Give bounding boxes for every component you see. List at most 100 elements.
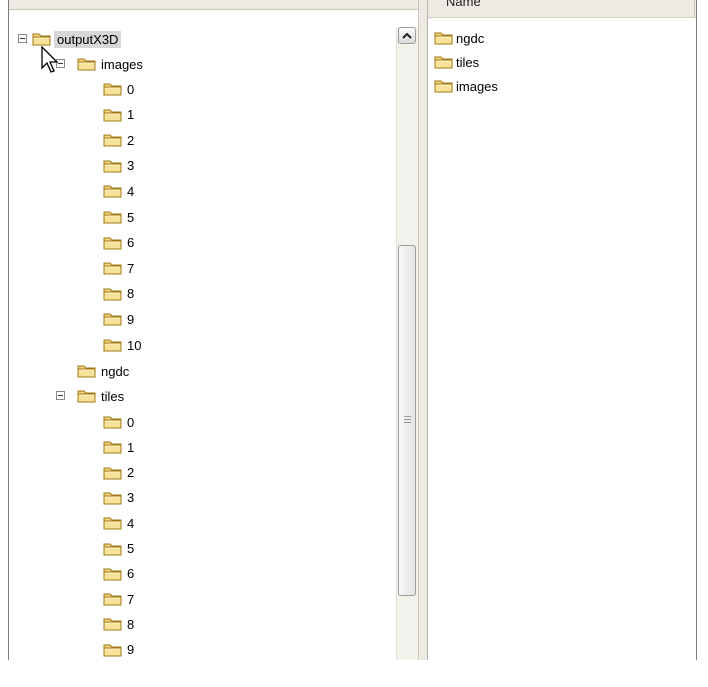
folder-icon xyxy=(434,54,454,70)
list-item[interactable]: tiles xyxy=(434,52,479,72)
folder-icon xyxy=(103,465,123,481)
explorer-window: outputX3D images 0 1 2 3 4 5 6 7 8 9 10 ngdc tiles… xyxy=(0,0,708,687)
folder-icon xyxy=(103,591,123,607)
folder-icon xyxy=(103,490,123,506)
tree-item-label: 0 xyxy=(127,414,135,430)
tree-item-tiles-9[interactable]: 9 xyxy=(103,641,134,659)
tree-item-label: 9 xyxy=(127,311,135,327)
folder-icon xyxy=(103,311,123,327)
tree-item-label: 10 xyxy=(127,337,142,353)
tree-item-label: 4 xyxy=(127,183,135,199)
tree-item-tiles-8[interactable]: 8 xyxy=(103,615,134,633)
list-item-label: tiles xyxy=(456,54,480,70)
folder-icon xyxy=(103,439,123,455)
list-item[interactable]: images xyxy=(434,76,498,96)
folder-icon xyxy=(103,81,123,97)
tree-item-label: 9 xyxy=(127,642,135,658)
folder-icon xyxy=(103,209,123,225)
tree-item-tiles-3[interactable]: 3 xyxy=(103,489,134,507)
folder-icon xyxy=(77,56,97,72)
tree-item-label: 7 xyxy=(127,591,135,607)
tree-item-images-0[interactable]: 0 xyxy=(103,80,134,98)
scrollbar-thumb[interactable] xyxy=(398,245,416,596)
folder-icon xyxy=(103,132,123,148)
mouse-pointer-icon xyxy=(41,46,59,73)
folder-icon xyxy=(434,78,454,94)
folder-icon xyxy=(103,515,123,531)
list-item[interactable]: ngdc xyxy=(434,28,484,48)
tree-item-tiles-0[interactable]: 0 xyxy=(103,413,134,431)
tree-item-label: 1 xyxy=(127,107,135,123)
tree-item-images-7[interactable]: 7 xyxy=(103,259,134,277)
folder-icon xyxy=(103,616,123,632)
tree-item-label: 3 xyxy=(127,158,135,174)
folder-tree: outputX3D images 0 1 2 3 4 5 6 7 8 9 10 ngdc tiles… xyxy=(9,10,395,683)
folder-icon xyxy=(77,363,97,379)
tree-item-label: 4 xyxy=(127,515,135,531)
tree-item-tiles-6[interactable]: 6 xyxy=(103,565,134,583)
collapse-toggle-icon[interactable] xyxy=(18,34,27,43)
folder-icon xyxy=(103,107,123,123)
column-header-name[interactable]: Name xyxy=(446,0,481,9)
tree-item-ngdc[interactable]: ngdc xyxy=(77,362,129,380)
list-item-label: ngdc xyxy=(456,30,485,46)
tree-item-label: 5 xyxy=(127,209,135,225)
column-separator[interactable] xyxy=(694,0,695,17)
tree-item-label: 7 xyxy=(127,260,135,276)
tree-item-images-3[interactable]: 3 xyxy=(103,157,134,175)
tree-item-label: 6 xyxy=(127,235,135,251)
chevron-up-icon xyxy=(402,32,412,39)
tree-item-tiles-5[interactable]: 5 xyxy=(103,540,134,558)
collapse-toggle-icon[interactable] xyxy=(56,391,65,400)
tree-item-images-5[interactable]: 5 xyxy=(103,208,134,226)
folder-icon xyxy=(103,235,123,251)
tree-item-label: 6 xyxy=(127,566,135,582)
tree-item-images-2[interactable]: 2 xyxy=(103,131,134,149)
bottom-area xyxy=(0,660,708,687)
pane-splitter[interactable] xyxy=(418,0,428,660)
folder-icon xyxy=(103,642,123,658)
tree-item-label: 2 xyxy=(127,465,135,481)
file-list-pane: Name ngdc tiles images xyxy=(428,0,708,660)
tree-item-tiles[interactable]: tiles xyxy=(56,387,125,405)
folder-icon xyxy=(434,30,454,46)
tree-item-label: ngdc xyxy=(101,363,130,379)
tree-item-images-1[interactable]: 1 xyxy=(103,106,134,124)
folder-icon xyxy=(32,31,52,47)
tree-item-label: 5 xyxy=(127,541,135,556)
folder-icon xyxy=(103,566,123,582)
tree-item-label: outputX3D xyxy=(54,30,122,48)
tree-item-images-4[interactable]: 4 xyxy=(103,182,134,200)
folder-icon xyxy=(103,286,123,302)
folder-icon xyxy=(103,541,123,557)
folder-icon xyxy=(77,388,97,404)
tree-item-label: 8 xyxy=(127,286,135,302)
tree-item-label: tiles xyxy=(101,388,125,404)
tree-item-images[interactable]: images xyxy=(56,55,143,73)
tree-item-label: 0 xyxy=(127,81,135,97)
tree-item-label: 3 xyxy=(127,490,135,506)
folder-icon xyxy=(103,260,123,276)
tree-item-images-6[interactable]: 6 xyxy=(103,234,134,252)
column-header[interactable]: Name xyxy=(428,0,696,18)
folder-icon xyxy=(103,158,123,174)
folder-icon xyxy=(103,183,123,199)
tree-item-tiles-1[interactable]: 1 xyxy=(103,438,134,456)
tree-item-tiles-7[interactable]: 7 xyxy=(103,590,134,608)
tree-item-label: 1 xyxy=(127,439,135,455)
tree-item-label: images xyxy=(101,56,143,72)
folder-icon xyxy=(103,414,123,430)
list-item-label: images xyxy=(456,78,498,94)
tree-pane-header xyxy=(8,0,418,10)
tree-item-tiles-4[interactable]: 4 xyxy=(103,514,134,532)
tree-item-images-8[interactable]: 8 xyxy=(103,285,134,303)
tree-item-images-10[interactable]: 10 xyxy=(103,336,141,354)
tree-item-images-9[interactable]: 9 xyxy=(103,310,134,328)
window-border-right xyxy=(696,0,697,660)
folder-icon xyxy=(103,337,123,353)
tree-vertical-scrollbar[interactable] xyxy=(396,27,419,660)
tree-item-tiles-2[interactable]: 2 xyxy=(103,464,134,482)
scroll-up-button[interactable] xyxy=(398,27,416,44)
grip-icon xyxy=(404,416,411,423)
tree-item-label: 8 xyxy=(127,616,135,632)
